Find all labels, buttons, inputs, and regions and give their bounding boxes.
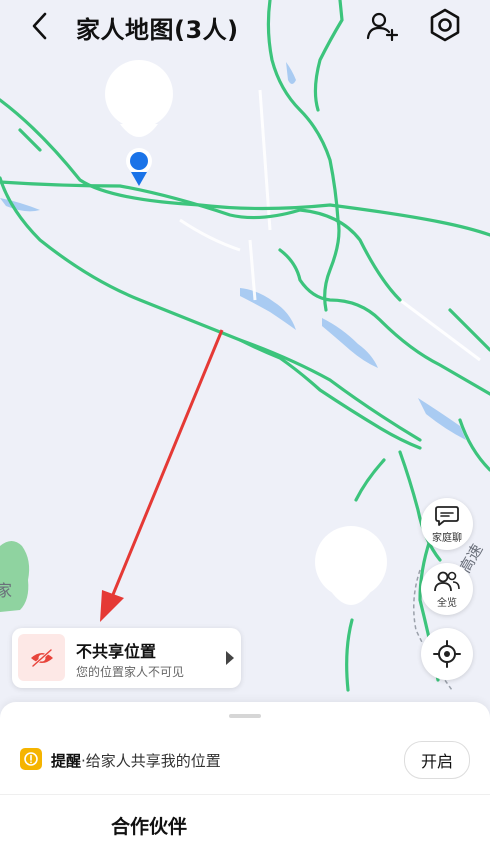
page-title: 家人地图(3人) [76,16,239,44]
map-park [0,541,30,612]
map-roads [0,0,490,692]
locate-me-button[interactable] [421,628,473,680]
top-bar: 家人地图(3人) [0,0,490,52]
eye-off-icon-box [18,634,65,681]
overview-button[interactable]: 全览 [421,563,473,615]
gear-icon [430,8,460,42]
exclamation-icon [20,748,42,770]
chat-bubble-icon [435,505,459,526]
map-label-home: 家 [0,581,12,600]
sharing-status-subtitle: 您的位置家人不可见 [76,665,185,679]
red-arrow [100,329,224,622]
back-button[interactable] [22,8,58,44]
map-water [0,62,466,440]
sharing-status-title: 不共享位置 [76,642,157,661]
blurred-avatar-2 [315,526,387,598]
partners-title: 合作伙伴 [111,816,188,838]
add-user-icon [366,12,398,41]
play-triangle-icon [226,651,234,665]
enable-sharing-button[interactable]: 开启 [404,741,470,779]
family-chat-button[interactable]: 家庭聊 [421,498,473,550]
reminder-label: 提醒 [51,752,82,770]
eye-off-icon [30,648,53,667]
add-family-button[interactable] [364,8,400,44]
reminder-message: 给家人共享我的位置 [85,752,221,770]
sheet-drag-handle[interactable] [229,714,261,718]
reminder-text: 提醒·给家人共享我的位置 [51,750,221,771]
family-chat-label: 家庭聊 [432,532,462,544]
location-sharing-card[interactable]: 不共享位置 您的位置家人不可见 [12,628,241,688]
settings-button[interactable] [426,6,464,44]
map-minor-roads [179,89,481,362]
chevron-left-icon [32,12,47,40]
divider [0,794,490,795]
blurred-avatar [105,60,173,128]
bottom-sheet: 提醒·给家人共享我的位置 开启 合作伙伴 [0,702,490,842]
crosshair-icon [433,640,461,668]
group-users-icon [434,571,460,591]
overview-label: 全览 [437,597,457,609]
